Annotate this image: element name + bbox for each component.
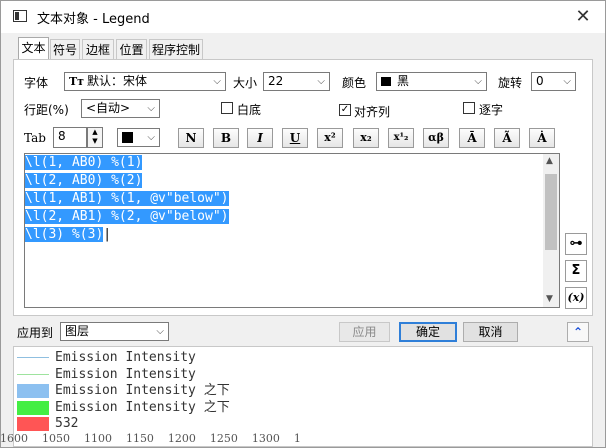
legend-item-label: 532: [55, 416, 79, 431]
white-background-label: 白底: [237, 103, 262, 117]
size-label: 大小: [233, 76, 258, 90]
chevron-down-icon: ⌵: [317, 76, 325, 87]
editor-scrollbar[interactable]: ▲ ▼: [543, 154, 559, 307]
tab-text[interactable]: 文本: [18, 37, 49, 61]
chevron-down-icon: ⌵: [156, 326, 164, 337]
text-object-dialog: 文本对象 - Legend ✕ 文本 符号 边框 位置 程序控制 字体 Tт 默…: [0, 0, 606, 448]
dot-accent-button[interactable]: Ȧ: [529, 128, 555, 148]
chevron-down-icon: ⌵: [213, 76, 221, 87]
background-axis-ticks: 1600 1050 1100 1150 1200 1250 1300 1: [0, 432, 301, 445]
justify-select[interactable]: ⌵: [117, 128, 160, 147]
tab-symbol[interactable]: 符号: [50, 39, 80, 59]
code-line: \l(2, AB1) %(2, @v"below"): [25, 209, 229, 224]
per-character-label: 逐字: [479, 103, 504, 117]
box-swatch: [17, 384, 49, 398]
size-value: 22: [268, 74, 284, 88]
font-select[interactable]: Tт 默认：宋体 ⌵: [64, 72, 226, 91]
color-select[interactable]: 黑 ⌵: [376, 72, 487, 91]
chevron-down-icon: ⌵: [474, 76, 482, 87]
per-character-checkbox[interactable]: [463, 102, 475, 114]
chevron-down-icon: ⌵: [147, 103, 155, 114]
tab-program-control[interactable]: 程序控制: [149, 39, 203, 59]
legend-item-label: Emission Intensity: [55, 350, 196, 365]
normal-button[interactable]: N: [178, 128, 204, 148]
line-swatch: [17, 374, 49, 375]
underline-button[interactable]: U: [282, 128, 308, 148]
text-editor[interactable]: \l(1, AB0) %(1) \l(2, AB0) %(2) \l(1, AB…: [24, 153, 560, 308]
overbar-button[interactable]: Ā: [459, 128, 485, 148]
align-columns-checkbox[interactable]: ✓: [339, 104, 351, 116]
rotate-select[interactable]: 0 ⌵: [531, 72, 576, 91]
code-line: \l(3) %(3)|: [25, 227, 112, 242]
ok-button[interactable]: 确定: [399, 322, 457, 342]
close-button[interactable]: ✕: [569, 5, 597, 29]
chevron-down-icon: ⌵: [147, 132, 155, 143]
code-line: \l(1, AB1) %(1, @v"below"): [25, 191, 229, 206]
chevron-down-icon: ⌵: [563, 76, 571, 87]
justify-icon: [122, 132, 133, 143]
tab-size-label: Tab: [24, 131, 46, 145]
expand-button[interactable]: ⌃: [567, 322, 589, 342]
size-select[interactable]: 22 ⌵: [263, 72, 330, 91]
tab-position[interactable]: 位置: [116, 39, 147, 59]
window-title: 文本对象 - Legend: [37, 12, 150, 27]
legend-item-label: Emission Intensity 之下: [55, 383, 230, 398]
scroll-down-icon[interactable]: ▼: [546, 294, 553, 304]
variable-button[interactable]: (x): [565, 287, 587, 309]
italic-button[interactable]: I: [247, 128, 273, 148]
super-subscript-button[interactable]: x¹₂: [388, 128, 414, 148]
box-swatch: [17, 417, 49, 431]
tab-size-input[interactable]: 8: [53, 127, 87, 148]
greek-button[interactable]: αβ: [423, 128, 449, 148]
color-label: 颜色: [342, 76, 367, 90]
code-line: \l(2, AB0) %(2): [25, 173, 143, 188]
apply-to-label: 应用到: [17, 326, 54, 340]
color-value: 黑: [397, 74, 410, 88]
legend-item-label: Emission Intensity: [55, 367, 196, 382]
scroll-up-icon[interactable]: ▲: [546, 156, 553, 166]
legend-item-label: Emission Intensity 之下: [55, 400, 230, 415]
app-icon: [13, 10, 27, 22]
apply-button[interactable]: 应用: [339, 322, 390, 342]
tilde-button[interactable]: Ã: [494, 128, 520, 148]
insert-symbol-button[interactable]: ⊶: [565, 233, 587, 255]
tab-border[interactable]: 边框: [82, 39, 114, 59]
sum-button[interactable]: Σ: [565, 260, 587, 282]
box-swatch: [17, 401, 49, 415]
font-value: 默认：宋体: [87, 74, 148, 88]
color-swatch: [381, 77, 391, 86]
watermark: CSDN @跳动的喵尾巴: [437, 425, 570, 440]
white-background-checkbox[interactable]: [221, 102, 233, 114]
cancel-button[interactable]: 取消: [463, 322, 518, 342]
code-line: \l(1, AB0) %(1): [25, 155, 143, 170]
rotate-value: 0: [536, 74, 544, 88]
title-bar: 文本对象 - Legend ✕: [1, 1, 605, 33]
bold-button[interactable]: B: [213, 128, 239, 148]
line-spacing-label: 行距(%): [24, 103, 69, 117]
font-label: 字体: [24, 76, 49, 90]
scrollbar-thumb[interactable]: [545, 174, 557, 250]
subscript-button[interactable]: x₂: [353, 128, 379, 148]
line-spacing-value: <自动>: [86, 101, 131, 115]
superscript-button[interactable]: x²: [317, 128, 343, 148]
align-columns-label: 对齐列: [354, 105, 391, 119]
tab-size-spinner[interactable]: ▲ ▼: [87, 127, 103, 148]
apply-to-select[interactable]: 图层 ⌵: [60, 322, 169, 341]
rotate-label: 旋转: [498, 76, 523, 90]
line-spacing-select[interactable]: <自动> ⌵: [81, 99, 160, 118]
apply-to-value: 图层: [65, 324, 90, 338]
truetype-icon: Tт: [69, 75, 85, 88]
line-swatch: [17, 357, 49, 358]
tab-size-value: 8: [58, 129, 66, 143]
